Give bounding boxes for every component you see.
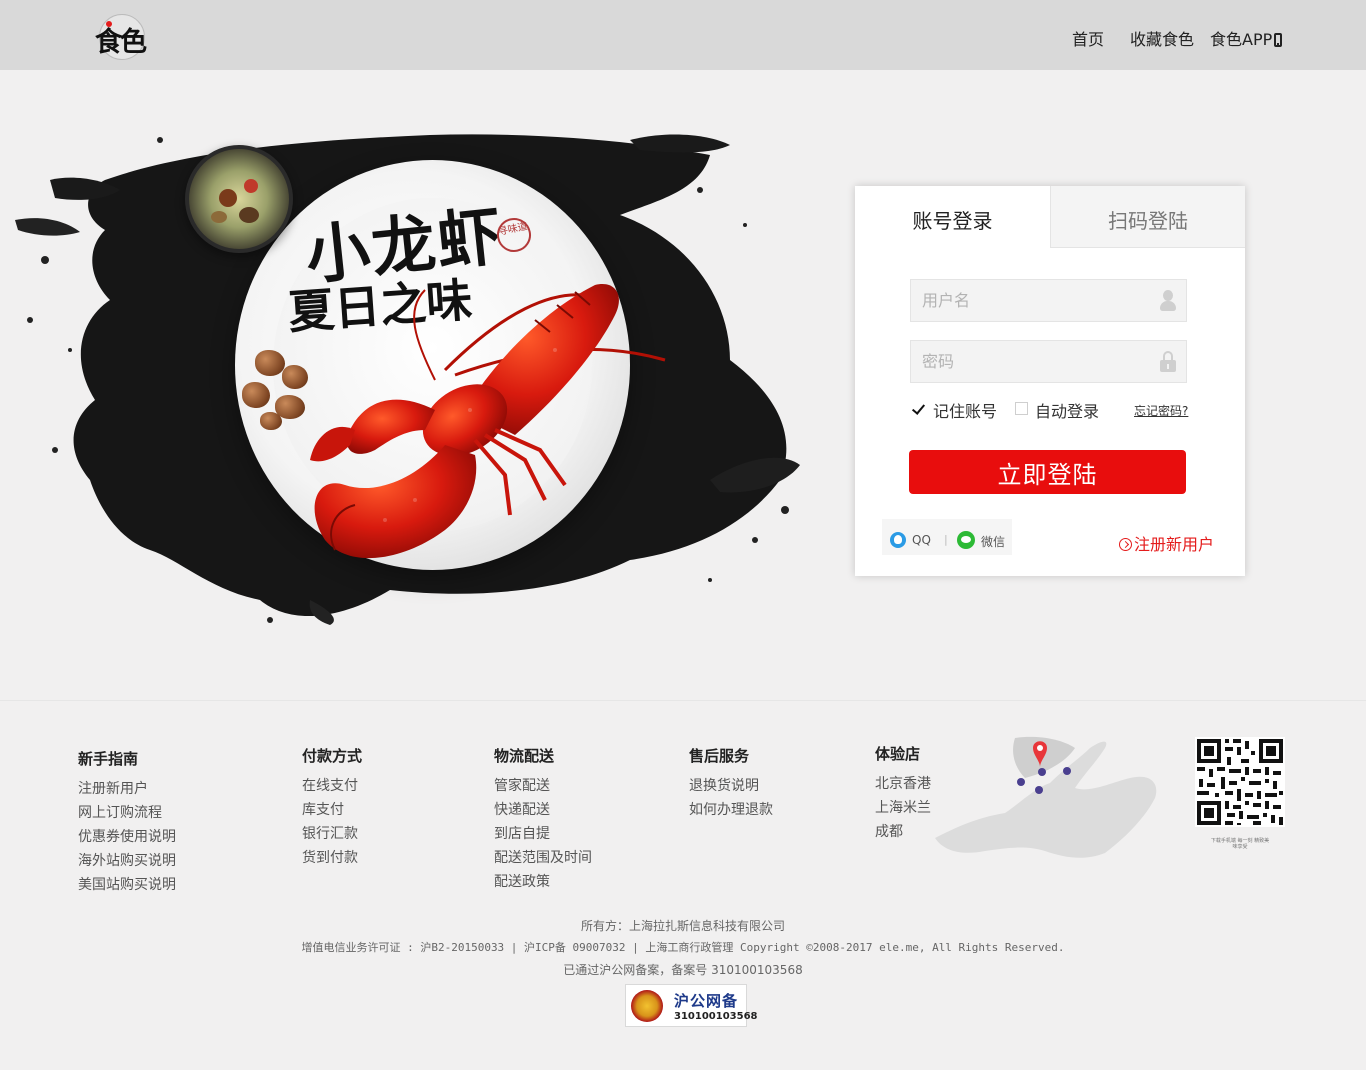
footer-link[interactable]: 配送范围及时间	[494, 846, 592, 870]
password-field	[910, 340, 1187, 383]
badge-title: 沪公网备	[674, 992, 739, 1010]
footer-column-title: 付款方式	[302, 747, 363, 765]
footer-column-payment: 付款方式 在线支付 库支付 银行汇款 货到付款	[302, 745, 362, 870]
footer-column-stores: 体验店 北京香港 上海米兰 成都	[875, 743, 931, 844]
username-input[interactable]	[911, 280, 1141, 321]
footer-link[interactable]: 海外站购买说明	[78, 849, 176, 873]
login-panel: 账号登录 扫码登陆 记住账号 自动登录 忘记密码? 立即登陆 QQ | 微信 注…	[855, 186, 1245, 576]
login-tabs: 账号登录 扫码登陆	[855, 186, 1245, 248]
footer-link[interactable]: 在线支付	[302, 774, 362, 798]
register-label: 注册新用户	[1134, 535, 1215, 554]
site-logo[interactable]: 食色	[95, 12, 149, 62]
lobster-image	[310, 284, 666, 559]
footer-divider	[0, 700, 1366, 701]
footer-link[interactable]: 货到付款	[302, 846, 362, 870]
footer-link[interactable]: 网上订购流程	[78, 801, 176, 825]
police-emblem-icon	[631, 990, 663, 1022]
footer-link[interactable]: 成都	[875, 820, 931, 844]
footer-link[interactable]: 如何办理退款	[689, 798, 773, 822]
forgot-password-link[interactable]: 忘记密码?	[1134, 402, 1188, 419]
footer-link[interactable]: 到店自提	[494, 822, 592, 846]
top-header: 食色 首页 收藏食色 食色APP	[0, 0, 1366, 70]
footer-link[interactable]: 注册新用户	[78, 777, 176, 801]
auto-login-label[interactable]: 自动登录	[1035, 398, 1099, 422]
footer-license: 增值电信业务许可证 : 沪B2-20150033 | 沪ICP备 0900703…	[301, 941, 1065, 954]
footer-column-title: 物流配送	[494, 747, 555, 765]
footer-column-guide: 新手指南 注册新用户 网上订购流程 优惠券使用说明 海外站购买说明 美国站购买说…	[78, 748, 176, 897]
footer-link[interactable]: 优惠券使用说明	[78, 825, 176, 849]
wechat-icon[interactable]	[957, 531, 975, 549]
footer-column-aftersales: 售后服务 退换货说明 如何办理退款	[689, 745, 773, 822]
footer-link[interactable]: 美国站购买说明	[78, 873, 176, 897]
store-map[interactable]	[925, 733, 1165, 863]
footer-column-title: 体验店	[875, 745, 921, 763]
bowl-ingredient	[239, 207, 259, 223]
user-icon	[1160, 290, 1176, 312]
logo-red-dot	[106, 21, 112, 27]
tab-account-login[interactable]: 账号登录	[855, 186, 1050, 248]
remember-label[interactable]: 记住账号	[933, 398, 997, 422]
badge-number: 310100103568	[674, 1011, 758, 1022]
remember-checkbox[interactable]	[912, 402, 925, 415]
bowl-ingredient	[219, 189, 237, 207]
social-separator: |	[944, 533, 948, 546]
register-link[interactable]: 注册新用户	[1119, 531, 1214, 555]
phone-icon	[1274, 33, 1283, 47]
footer-link[interactable]: 管家配送	[494, 774, 592, 798]
footer-link[interactable]: 快递配送	[494, 798, 592, 822]
qq-icon[interactable]	[890, 532, 906, 548]
hero-banner: 小龙虾 夏日之味 寻味道	[10, 120, 810, 630]
login-options-row: 记住账号 自动登录 忘记密码?	[912, 398, 1192, 422]
qr-caption: 下载手机端 每一刻 精致美味享受	[1210, 838, 1270, 850]
qq-login-label[interactable]: QQ	[912, 533, 931, 547]
logo-text: 食色	[95, 27, 147, 58]
footer-link[interactable]: 北京香港	[875, 772, 931, 796]
police-record-badge[interactable]: 沪公网备 310100103568	[625, 984, 758, 1027]
tab-qr-login[interactable]: 扫码登陆	[1050, 186, 1245, 248]
footer-owner: 所有方：上海拉扎斯信息科技有限公司	[580, 919, 785, 933]
footer-link[interactable]: 配送政策	[494, 870, 592, 894]
login-submit-button[interactable]: 立即登陆	[909, 450, 1186, 494]
bowl-ingredient	[211, 211, 227, 223]
spice-nut	[255, 350, 285, 376]
bowl-ingredient	[244, 179, 258, 193]
arrow-circle-icon	[1119, 538, 1132, 551]
footer-column-title: 新手指南	[78, 750, 139, 768]
spice-nut	[242, 382, 270, 408]
footer-column-delivery: 物流配送 管家配送 快递配送 到店自提 配送范围及时间 配送政策	[494, 745, 592, 894]
nav-app-link[interactable]: 食色APP	[1210, 26, 1283, 50]
wechat-login-label[interactable]: 微信	[981, 533, 1005, 550]
nav-favorites-link[interactable]: 收藏食色	[1130, 26, 1194, 50]
nav-app-label: 食色APP	[1210, 30, 1273, 49]
nav-home-link[interactable]: 首页	[1072, 26, 1104, 50]
footer-link[interactable]: 库支付	[302, 798, 362, 822]
footer-link[interactable]: 银行汇款	[302, 822, 362, 846]
footer-link[interactable]: 上海米兰	[875, 796, 931, 820]
footer-column-title: 售后服务	[689, 747, 750, 765]
soup-bowl-image	[185, 145, 293, 253]
auto-login-checkbox[interactable]	[1015, 402, 1028, 415]
lock-icon	[1160, 351, 1176, 373]
username-field	[910, 279, 1187, 322]
footer-link[interactable]: 退换货说明	[689, 774, 773, 798]
app-download-qr-code	[1195, 737, 1285, 827]
social-login-bar: QQ | 微信	[882, 519, 1012, 555]
password-input[interactable]	[911, 341, 1141, 382]
footer-record: 已通过沪公网备案，备案号 310100103568	[563, 963, 803, 977]
spice-nut	[260, 412, 282, 430]
